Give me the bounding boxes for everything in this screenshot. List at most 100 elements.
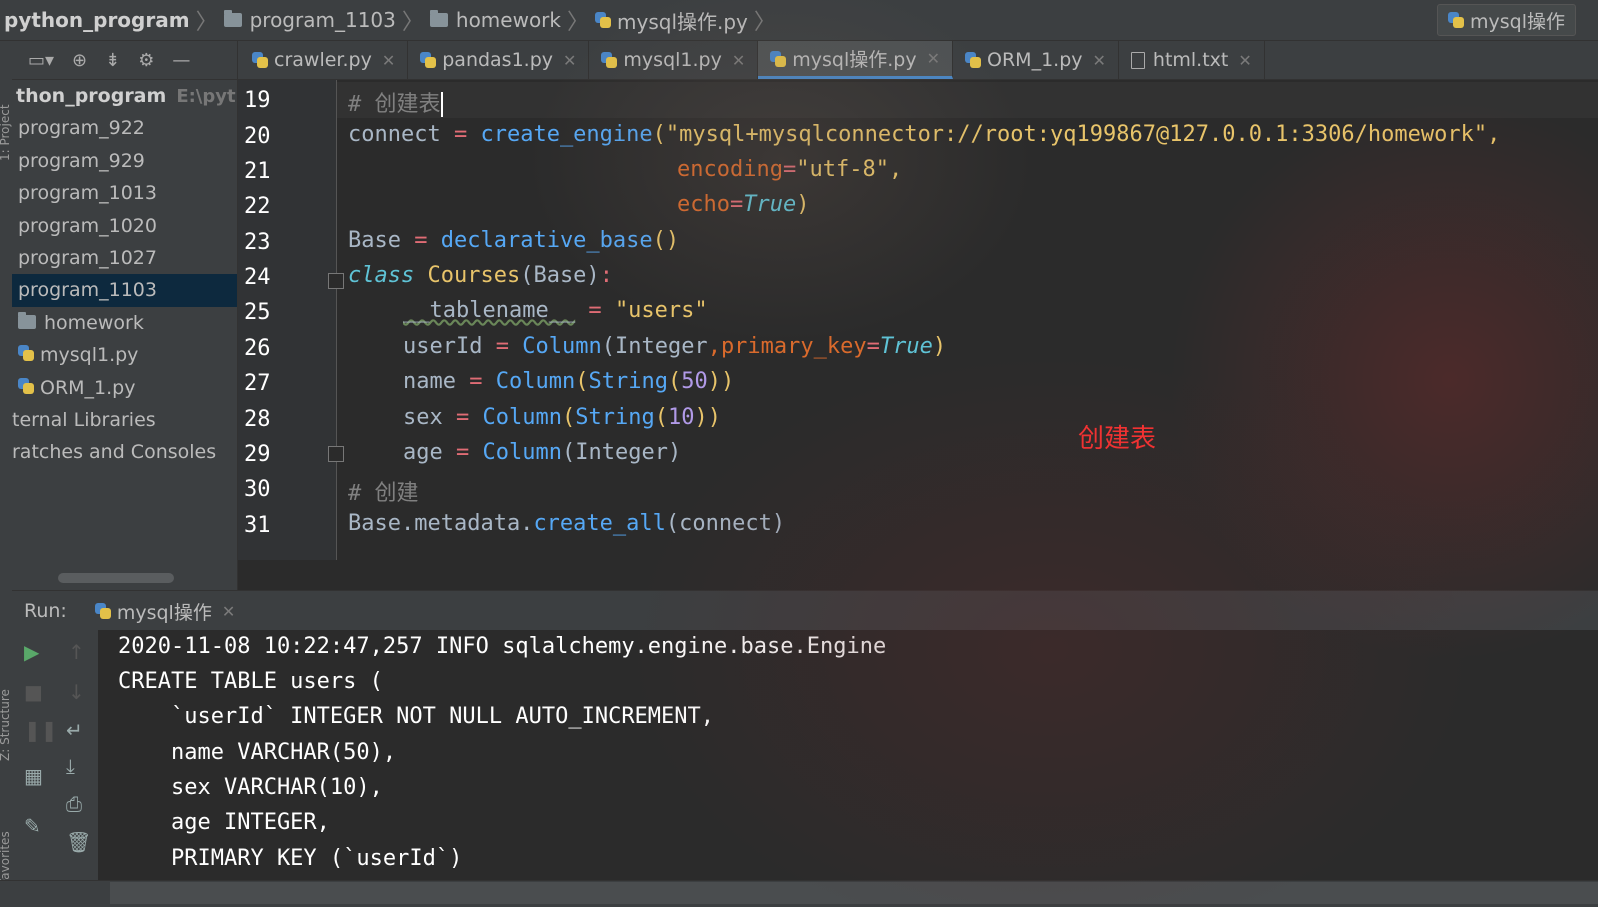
tab-html-txt[interactable]: html.txt ✕ [1119, 41, 1265, 79]
close-icon[interactable]: ✕ [222, 602, 235, 621]
tab-mysql1[interactable]: mysql1.py ✕ [589, 41, 759, 79]
gear-icon[interactable]: ⚙ [138, 50, 154, 71]
pin-icon[interactable]: ✎ [24, 814, 41, 838]
tree-item-label: program_1027 [18, 246, 157, 269]
code-token: primary_key [720, 334, 867, 359]
scroll-down-icon[interactable]: ↓ [68, 680, 85, 704]
tree-item-label: ternal Libraries [12, 408, 156, 431]
code-comment: # 创建 [348, 481, 419, 506]
run-label: Run: [24, 600, 67, 622]
tree-item-program-1020[interactable]: program_1020 [12, 210, 237, 242]
tree-item-program-1103[interactable]: program_1103 [12, 274, 237, 307]
annotation-text: 创建表 [1078, 424, 1157, 454]
trash-icon[interactable]: 🗑 [66, 830, 91, 854]
fold-marker-icon[interactable] [328, 273, 344, 289]
run-tab[interactable]: mysql操作 ✕ [94, 598, 235, 625]
tree-item-homework[interactable]: homework [12, 307, 237, 339]
code-token: = [729, 192, 744, 217]
code-token: = [442, 440, 483, 465]
scroll-to-end-icon[interactable]: ⤓ [66, 754, 75, 778]
tree-item-orm1[interactable]: ORM_1.py [12, 372, 237, 404]
folder-icon [18, 311, 36, 329]
code-number: 50 [681, 369, 708, 394]
code-token: (Integer) [561, 440, 682, 465]
code-token: ( [575, 369, 589, 394]
close-icon[interactable]: ✕ [1093, 51, 1106, 70]
collapse-all-icon[interactable]: ⇟ [105, 50, 120, 71]
code-line-25: __tablename__ = "users" [403, 298, 708, 323]
tab-label: crawler.py [274, 49, 372, 71]
horizontal-scrollbar[interactable] [58, 573, 174, 583]
tree-item-mysql1[interactable]: mysql1.py [12, 339, 237, 371]
scroll-up-icon[interactable]: ↑ [68, 640, 85, 664]
run-configuration-select[interactable]: mysql操作 [1437, 4, 1576, 36]
code-token: True [879, 334, 933, 359]
tree-item-program-922[interactable]: program_922 [12, 112, 237, 144]
tree-item-program-1027[interactable]: program_1027 [12, 242, 237, 274]
tree-item-label: program_929 [18, 149, 145, 172]
project-view-select-icon[interactable]: ▭▾ [28, 50, 54, 71]
text-file-icon [1130, 51, 1145, 69]
console-output[interactable]: 2020-11-08 10:22:47,257 INFO sqlalchemy.… [98, 630, 1598, 880]
line-number: 19 [244, 88, 271, 113]
breadcrumb-item-program[interactable]: program_1103 〉 [223, 4, 424, 36]
code-token: = [482, 334, 523, 359]
layout-icon[interactable]: ▦ [24, 764, 43, 788]
fold-marker-icon[interactable] [328, 446, 344, 462]
soft-wrap-icon[interactable]: ↵ [66, 718, 83, 742]
code-token: = [782, 157, 797, 182]
print-icon[interactable]: ⎙ [66, 792, 82, 816]
breadcrumb-label: python_program [4, 8, 190, 32]
code-token: String [588, 369, 668, 394]
rerun-icon[interactable]: ▶ [24, 640, 39, 664]
tree-item-program-929[interactable]: program_929 [12, 145, 237, 177]
close-icon[interactable]: ✕ [1238, 51, 1251, 70]
close-icon[interactable]: ✕ [382, 51, 395, 70]
code-token: Base [348, 228, 401, 253]
code-line-31: Base.metadata.create_all(connect) [348, 511, 785, 536]
tab-label: pandas1.py [442, 49, 554, 71]
stop-icon[interactable]: ■ [24, 680, 43, 704]
pause-icon[interactable]: ❚❚ [24, 718, 58, 742]
line-number: 20 [244, 124, 271, 149]
line-number: 25 [244, 300, 271, 325]
tab-crawler[interactable]: crawler.py ✕ [238, 41, 409, 79]
tree-item-external-libraries[interactable]: ternal Libraries [12, 404, 237, 436]
python-file-icon [94, 603, 111, 619]
breadcrumb-item-file[interactable]: mysql操作.py 〉 [595, 4, 776, 36]
tab-label: html.txt [1152, 49, 1229, 71]
code-token: name [403, 369, 456, 394]
code-token: = [440, 122, 481, 147]
tab-mysql-operations[interactable]: mysql操作.py ✕ [758, 41, 954, 79]
code-token: Column [522, 334, 602, 359]
close-icon[interactable]: ✕ [732, 51, 745, 70]
close-icon[interactable]: ✕ [927, 49, 940, 68]
code-token: age [403, 440, 443, 465]
console-line: CREATE TABLE users ( [118, 669, 383, 694]
locate-icon[interactable]: ⊕ [72, 50, 87, 71]
python-file-icon [1448, 12, 1464, 28]
code-string: "mysql+mysqlconnector://root:yq199867@12… [665, 122, 1488, 147]
text-cursor [440, 92, 443, 117]
code-token: userId [403, 334, 483, 359]
code-token: declarative_base [440, 228, 653, 253]
close-icon[interactable]: ✕ [563, 51, 576, 70]
tree-item-scratches[interactable]: ratches and Consoles [12, 436, 237, 468]
breadcrumb-item-root[interactable]: python_program 〉 [4, 4, 218, 36]
code-token: ) [796, 192, 810, 217]
minimize-icon[interactable]: — [172, 50, 190, 71]
code-token: = [455, 369, 496, 394]
structure-tool-label[interactable]: Z: Structure [0, 689, 12, 761]
tab-label: mysql1.py [623, 49, 722, 71]
code-line-20: connect = create_engine("mysql+mysqlconn… [348, 122, 1500, 147]
tab-orm1[interactable]: ORM_1.py ✕ [953, 41, 1119, 79]
code-token: sex [403, 405, 443, 430]
tree-root[interactable]: thon_program E:\pytho [12, 80, 237, 112]
bottom-scrollbar[interactable] [110, 882, 1598, 904]
tab-pandas1[interactable]: pandas1.py ✕ [408, 41, 590, 79]
tree-item-program-1013[interactable]: program_1013 [12, 177, 237, 209]
code-editor[interactable]: 19 20 21 22 23 24 25 26 27 28 29 30 31 #… [238, 80, 1598, 560]
breadcrumb-item-homework[interactable]: homework 〉 [429, 4, 589, 36]
project-tool-label[interactable]: 1: Project [0, 104, 12, 161]
chevron-right-icon: 〉 [401, 10, 424, 35]
